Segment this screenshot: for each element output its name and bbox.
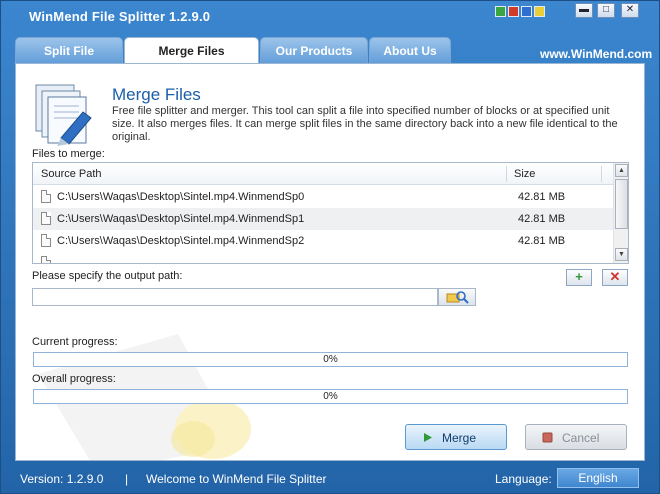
current-progress-value: 0% <box>323 354 338 365</box>
scroll-thumb[interactable] <box>615 179 628 229</box>
scroll-down-icon[interactable]: ▼ <box>615 248 628 261</box>
scroll-up-icon[interactable]: ▲ <box>615 164 628 177</box>
file-icon <box>41 212 51 225</box>
status-separator: | <box>125 472 129 486</box>
window-title: WinMend File Splitter 1.2.9.0 <box>29 9 211 24</box>
column-header-size[interactable]: Size <box>514 168 535 180</box>
version-text: Version: 1.2.9.0 <box>20 472 104 486</box>
file-path: C:\Users\Waqas\Desktop\Sintel.mp4.Winmen… <box>57 213 305 225</box>
table-row[interactable]: C:\Users\Waqas\Desktop\Sintel.mp4.Winmen… <box>33 186 613 208</box>
maximize-button[interactable]: □ <box>597 3 615 18</box>
browse-button[interactable] <box>438 288 476 306</box>
file-list-scrollbar[interactable]: ▲ ▼ <box>613 163 628 263</box>
close-button[interactable]: ✕ <box>621 3 639 18</box>
file-icon <box>41 256 51 263</box>
merge-files-icon <box>35 84 92 146</box>
file-size: 42.81 MB <box>518 235 566 247</box>
file-path: C:\Users\Waqas\Desktop\Sintel.mp4.Winmen… <box>57 235 305 247</box>
status-bar: Version: 1.2.9.0 | Welcome to WinMend Fi… <box>1 463 659 493</box>
browse-folder-icon <box>446 291 469 304</box>
column-divider <box>601 166 602 182</box>
remove-file-button[interactable]: ✕ <box>602 269 628 286</box>
website-link[interactable]: www.WinMend.com <box>540 47 652 61</box>
stop-icon <box>542 432 553 443</box>
skin-color-picker <box>495 6 545 17</box>
skin-green-swatch[interactable] <box>495 6 506 17</box>
file-list-header: Source Path Size <box>33 163 613 185</box>
file-icon <box>41 190 51 203</box>
app-window: WinMend File Splitter 1.2.9.0 ▬ □ ✕ Spli… <box>0 0 660 494</box>
file-size: 42.81 MB <box>518 213 566 225</box>
files-to-merge-label: Files to merge: <box>32 148 105 160</box>
welcome-text: Welcome to WinMend File Splitter <box>146 472 327 486</box>
language-select[interactable]: English <box>557 468 639 488</box>
column-header-source-path[interactable]: Source Path <box>41 168 102 180</box>
skin-red-swatch[interactable] <box>508 6 519 17</box>
title-bar[interactable]: WinMend File Splitter 1.2.9.0 ▬ □ ✕ <box>1 1 659 31</box>
play-icon <box>424 433 432 442</box>
table-row[interactable]: C:\Users\Waqas\Desktop\Sintel.mp4.Winmen… <box>33 230 613 252</box>
table-row[interactable]: C:\Users\Waqas\Desktop\Sintel.mp4.Winmen… <box>33 208 613 230</box>
current-progress-bar: 0% <box>33 352 628 367</box>
close-icon: ✕ <box>625 4 635 15</box>
merge-button-label: Merge <box>442 431 477 445</box>
add-file-button[interactable]: + <box>566 269 592 286</box>
file-list[interactable]: Source Path Size C:\Users\Waqas\Desktop\… <box>32 162 629 264</box>
file-size: 42.81 MB <box>518 191 566 203</box>
minimize-icon: ▬ <box>579 4 589 15</box>
language-label: Language: <box>495 472 552 486</box>
overall-progress-bar: 0% <box>33 389 628 404</box>
table-row-partial[interactable] <box>33 252 613 263</box>
remove-file-icon: ✕ <box>609 269 621 284</box>
page-description: Free file splitter and merger. This tool… <box>112 105 618 143</box>
overall-progress-value: 0% <box>323 391 338 402</box>
tab-split-file[interactable]: Split File <box>15 37 123 65</box>
overall-progress-label: Overall progress: <box>32 373 116 385</box>
column-divider <box>506 166 507 182</box>
output-path-input[interactable] <box>32 288 438 306</box>
merge-button[interactable]: Merge <box>405 424 507 450</box>
maximize-icon: □ <box>602 4 610 15</box>
minimize-button[interactable]: ▬ <box>575 3 593 18</box>
file-icon <box>41 234 51 247</box>
cancel-button[interactable]: Cancel <box>525 424 627 450</box>
tab-about-us[interactable]: About Us <box>369 37 451 65</box>
current-progress-label: Current progress: <box>32 336 118 348</box>
file-path: C:\Users\Waqas\Desktop\Sintel.mp4.Winmen… <box>57 191 305 203</box>
merge-panel: Merge Files Free file splitter and merge… <box>15 63 645 461</box>
cancel-button-label: Cancel <box>562 431 600 445</box>
output-path-label: Please specify the output path: <box>32 270 183 282</box>
skin-yellow-swatch[interactable] <box>534 6 545 17</box>
add-file-icon: + <box>575 269 583 284</box>
tab-our-products[interactable]: Our Products <box>260 37 368 65</box>
skin-blue-swatch[interactable] <box>521 6 532 17</box>
page-title: Merge Files <box>112 85 201 104</box>
